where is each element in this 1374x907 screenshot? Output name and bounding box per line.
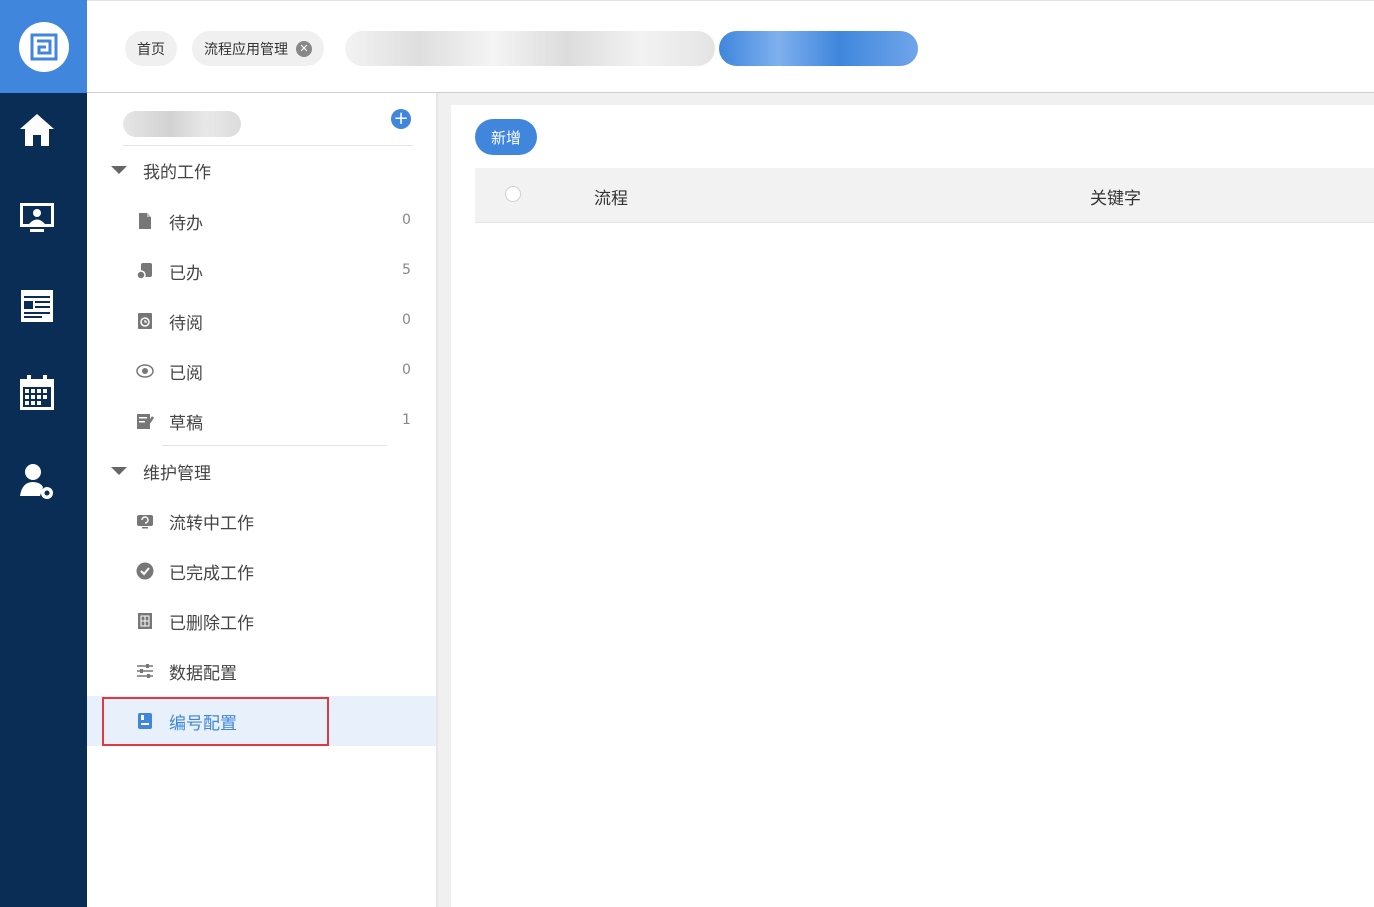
sidebar-item-label: 流转中工作: [169, 514, 254, 534]
add-icon[interactable]: +: [391, 109, 411, 129]
content-panel: 新增 流程 关键字: [451, 105, 1374, 907]
app-rail: [0, 0, 87, 907]
logo-icon: [18, 21, 69, 72]
user-settings-icon[interactable]: [17, 462, 57, 502]
clock-document-icon: [136, 312, 154, 330]
sidebar-item-label: 已删除工作: [169, 614, 254, 634]
count-badge: 0: [402, 212, 411, 228]
blurred-active-tab[interactable]: [719, 31, 918, 66]
close-icon[interactable]: ✕: [296, 40, 312, 57]
group-my-work[interactable]: 我的工作: [111, 155, 211, 185]
sidebar-item-completed[interactable]: 已完成工作: [87, 546, 436, 596]
deleted-icon: [136, 612, 154, 630]
count-badge: 0: [402, 312, 411, 328]
news-icon[interactable]: [17, 286, 57, 326]
home-icon[interactable]: [17, 110, 57, 150]
monitor-user-icon[interactable]: [17, 197, 57, 237]
table-header: 流程 关键字: [475, 168, 1374, 223]
sidebar-item-label: 待阅: [169, 314, 203, 334]
blurred-tab[interactable]: [345, 31, 715, 66]
select-all-radio[interactable]: [505, 186, 521, 202]
group-maintenance[interactable]: 维护管理: [111, 456, 211, 486]
sidebar-item-data-config[interactable]: 数据配置: [87, 646, 436, 696]
sidebar-item-in-flow[interactable]: 流转中工作: [87, 496, 436, 546]
divider: [162, 445, 387, 446]
sidebar: + 我的工作 待办 0 已办 5 待阅 0 已阅 0 草稿 1 维护管理 流转中…: [87, 93, 438, 907]
add-button[interactable]: 新增: [475, 119, 537, 155]
blurred-title: [123, 111, 241, 137]
sidebar-item-number-config[interactable]: 编号配置: [87, 696, 436, 746]
tab-label: 首页: [137, 41, 165, 58]
sidebar-item-done[interactable]: 已办 5: [87, 246, 436, 296]
tab-label: 流程应用管理: [204, 41, 288, 58]
done-document-icon: [136, 262, 154, 280]
sidebar-item-label: 草稿: [169, 414, 203, 434]
tab-home[interactable]: 首页: [125, 31, 177, 66]
tab-process-app-management[interactable]: 流程应用管理 ✕: [192, 31, 324, 66]
count-badge: 1: [402, 412, 411, 428]
group-label: 维护管理: [143, 463, 211, 484]
sidebar-item-to-read[interactable]: 待阅 0: [87, 296, 436, 346]
tab-bar: 首页 流程应用管理 ✕: [87, 0, 1374, 93]
sidebar-item-read[interactable]: 已阅 0: [87, 346, 436, 396]
caret-down-icon: [111, 467, 127, 475]
sidebar-item-label: 已阅: [169, 364, 203, 384]
sidebar-item-draft[interactable]: 草稿 1: [87, 396, 436, 446]
group-label: 我的工作: [143, 162, 211, 183]
sidebar-item-label: 待办: [169, 214, 203, 234]
count-badge: 0: [402, 362, 411, 378]
draft-icon: [136, 412, 154, 430]
column-header-process[interactable]: 流程: [594, 184, 628, 209]
document-icon: [136, 212, 154, 230]
sidebar-item-label: 已完成工作: [169, 564, 254, 584]
app-logo[interactable]: [0, 0, 87, 93]
main-area: 新增 流程 关键字: [438, 93, 1374, 907]
caret-down-icon: [111, 166, 127, 174]
sliders-icon: [136, 662, 154, 680]
sidebar-item-todo[interactable]: 待办 0: [87, 196, 436, 246]
column-header-keyword[interactable]: 关键字: [1090, 184, 1141, 209]
count-badge: 5: [402, 262, 411, 278]
sidebar-item-deleted[interactable]: 已删除工作: [87, 596, 436, 646]
check-circle-icon: [136, 562, 154, 580]
calendar-icon[interactable]: [17, 373, 57, 413]
sidebar-item-label: 数据配置: [169, 664, 237, 684]
highlight-box: [102, 697, 329, 746]
sidebar-header: [123, 105, 413, 146]
eye-icon: [136, 362, 154, 380]
flow-icon: [136, 512, 154, 530]
sidebar-item-label: 已办: [169, 264, 203, 284]
